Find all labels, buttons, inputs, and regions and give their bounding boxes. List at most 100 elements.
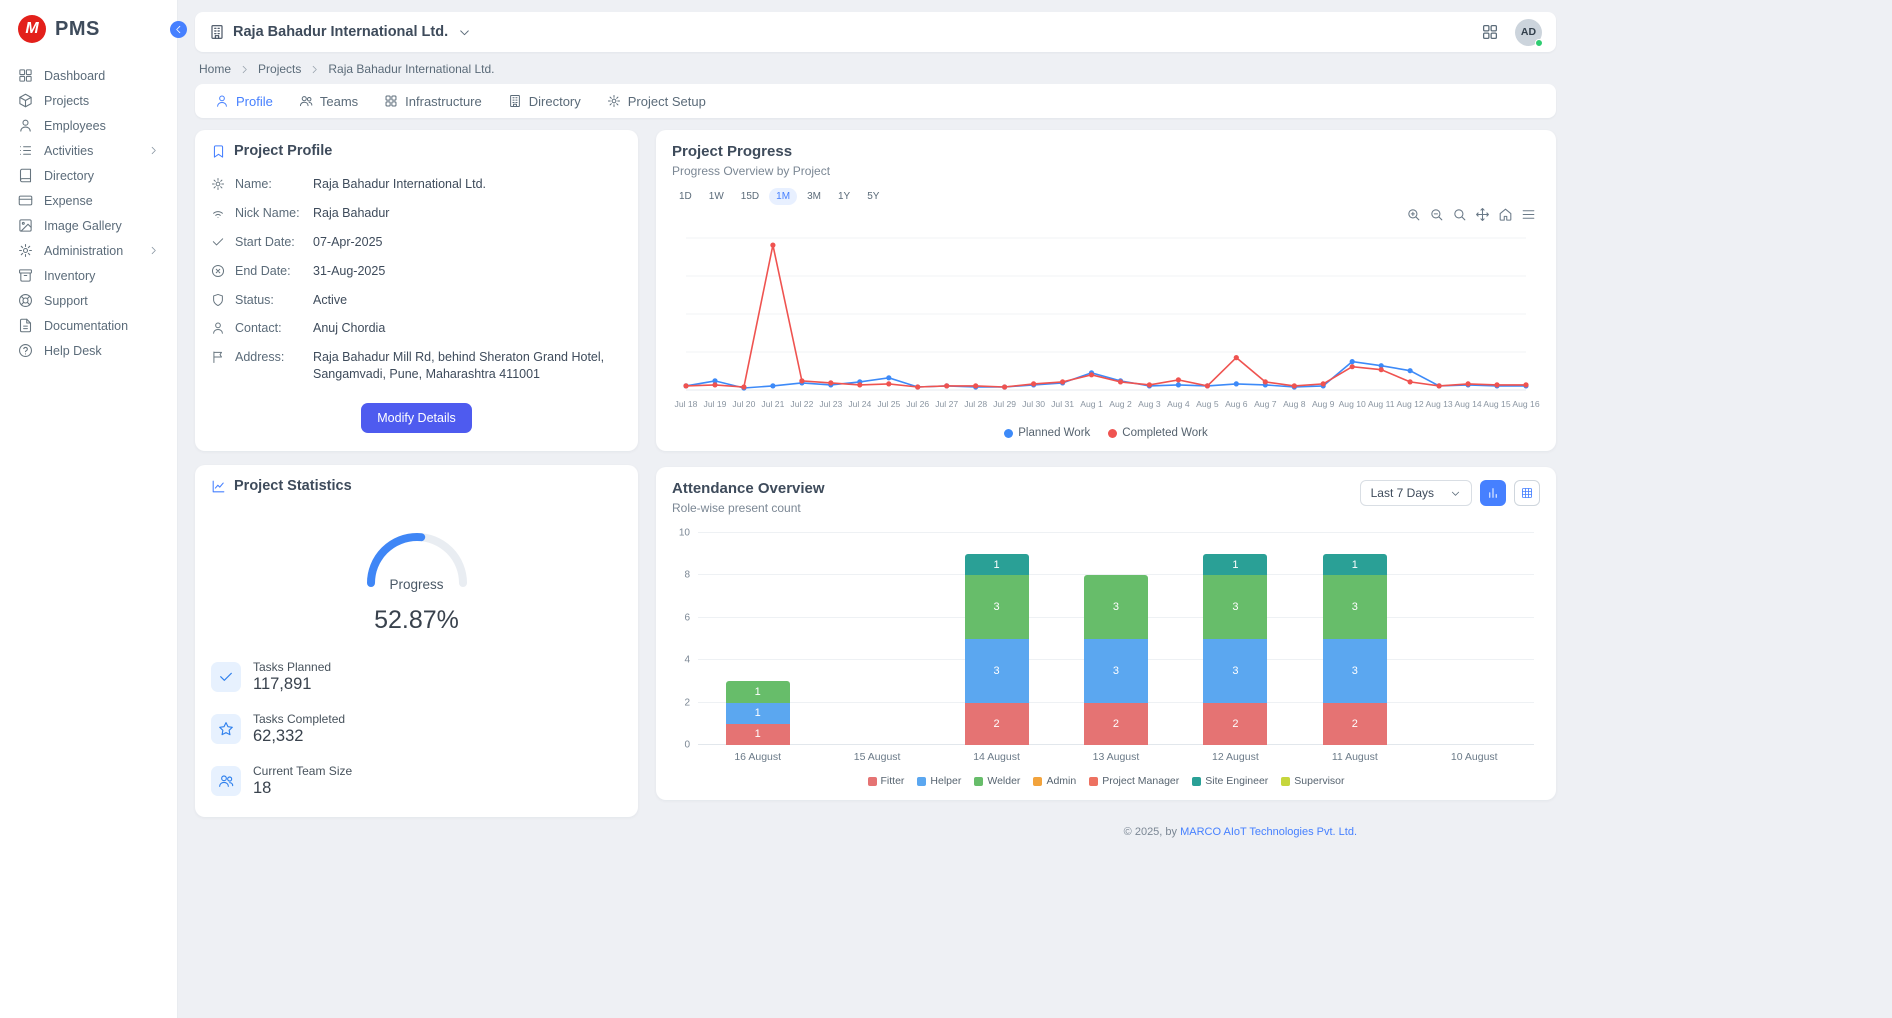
svg-text:Aug 12: Aug 12 bbox=[1396, 399, 1423, 409]
bar-segment-fitter[interactable]: 1 bbox=[726, 724, 790, 745]
svg-text:Jul 23: Jul 23 bbox=[819, 399, 842, 409]
bar-segment-site-engineer[interactable]: 1 bbox=[965, 554, 1029, 575]
bar-segment-welder[interactable]: 3 bbox=[1203, 575, 1267, 639]
stat-label: Tasks Completed bbox=[253, 712, 345, 726]
project-profile-card: Project Profile Name: Raja Bahadur Inter… bbox=[195, 130, 638, 451]
legend-item-helper[interactable]: Helper bbox=[917, 775, 961, 787]
svg-text:Aug 9: Aug 9 bbox=[1312, 399, 1335, 409]
legend-item-project-manager[interactable]: Project Manager bbox=[1089, 775, 1179, 787]
bar-segment-helper[interactable]: 3 bbox=[1323, 639, 1387, 703]
zoom-in-icon[interactable] bbox=[1406, 207, 1421, 222]
bar-segment-welder[interactable]: 3 bbox=[965, 575, 1029, 639]
sidebar-item-employees[interactable]: Employees bbox=[0, 113, 177, 138]
legend-item-supervisor[interactable]: Supervisor bbox=[1281, 775, 1344, 787]
range-15d[interactable]: 15D bbox=[734, 188, 766, 205]
bar-segment-fitter[interactable]: 2 bbox=[1323, 703, 1387, 745]
stat-label: Current Team Size bbox=[253, 764, 352, 778]
sidebar-item-documentation[interactable]: Documentation bbox=[0, 313, 177, 338]
field-value: Active bbox=[313, 292, 622, 309]
sidebar-item-inventory[interactable]: Inventory bbox=[0, 263, 177, 288]
bar-segment-fitter[interactable]: 2 bbox=[1203, 703, 1267, 745]
legend-dot bbox=[1004, 429, 1013, 438]
footer-company-link[interactable]: MARCO AIoT Technologies Pvt. Ltd. bbox=[1180, 826, 1357, 838]
chart-view-button[interactable] bbox=[1480, 480, 1506, 506]
tab-project-setup[interactable]: Project Setup bbox=[595, 84, 718, 118]
sidebar-item-dashboard[interactable]: Dashboard bbox=[0, 63, 177, 88]
sidebar-item-activities[interactable]: Activities bbox=[0, 138, 177, 163]
apps-grid-icon[interactable] bbox=[1481, 23, 1499, 41]
range-1y[interactable]: 1Y bbox=[831, 188, 857, 205]
user-avatar[interactable]: AD bbox=[1515, 19, 1542, 46]
legend-item-admin[interactable]: Admin bbox=[1033, 775, 1076, 787]
chevron-right-icon bbox=[148, 245, 159, 256]
tab-teams[interactable]: Teams bbox=[287, 84, 370, 118]
signal-icon bbox=[211, 206, 225, 220]
zoom-out-icon[interactable] bbox=[1429, 207, 1444, 222]
bar-segment-welder[interactable]: 3 bbox=[1084, 575, 1148, 639]
profile-field-row: Nick Name: Raja Bahadur bbox=[211, 199, 622, 228]
range-1m[interactable]: 1M bbox=[769, 188, 797, 205]
box-zoom-icon[interactable] bbox=[1452, 207, 1467, 222]
tab-profile[interactable]: Profile bbox=[203, 84, 285, 118]
sidebar-item-directory[interactable]: Directory bbox=[0, 163, 177, 188]
field-label: Contact: bbox=[235, 320, 303, 337]
bar-segment-fitter[interactable]: 2 bbox=[1084, 703, 1148, 745]
field-label: Nick Name: bbox=[235, 205, 303, 222]
card-header: Project Statistics bbox=[195, 465, 638, 503]
x-axis-label: 11 August bbox=[1295, 751, 1414, 763]
sidebar-item-administration[interactable]: Administration bbox=[0, 238, 177, 263]
svg-text:Jul 24: Jul 24 bbox=[848, 399, 871, 409]
app-logo[interactable]: M PMS bbox=[0, 0, 177, 53]
range-5y[interactable]: 5Y bbox=[860, 188, 886, 205]
stat-value: 62,332 bbox=[253, 727, 345, 746]
breadcrumb-item-home[interactable]: Home bbox=[199, 62, 231, 76]
range-1w[interactable]: 1W bbox=[702, 188, 731, 205]
home-icon[interactable] bbox=[1498, 207, 1513, 222]
attendance-overview-card: Attendance Overview Role-wise present co… bbox=[656, 467, 1556, 800]
bar-column-13-august: 233 bbox=[1056, 533, 1175, 745]
breadcrumb-item-projects[interactable]: Projects bbox=[258, 62, 301, 76]
svg-text:Aug 16: Aug 16 bbox=[1512, 399, 1539, 409]
sidebar-collapse-button[interactable] bbox=[170, 21, 187, 38]
image-gallery-icon bbox=[18, 218, 33, 233]
bar-segment-helper[interactable]: 3 bbox=[1203, 639, 1267, 703]
range-1d[interactable]: 1D bbox=[672, 188, 699, 205]
sidebar-item-expense[interactable]: Expense bbox=[0, 188, 177, 213]
bar-segment-helper[interactable]: 3 bbox=[965, 639, 1029, 703]
bar-segment-helper[interactable]: 1 bbox=[726, 703, 790, 724]
bar-segment-helper[interactable]: 3 bbox=[1084, 639, 1148, 703]
legend-item-planned-work[interactable]: Planned Work bbox=[1004, 427, 1090, 439]
pan-icon[interactable] bbox=[1475, 207, 1490, 222]
bar-column-12-august: 2331 bbox=[1176, 533, 1295, 745]
menu-icon[interactable] bbox=[1521, 207, 1536, 222]
range-3m[interactable]: 3M bbox=[800, 188, 828, 205]
project-progress-card: Project Progress Progress Overview by Pr… bbox=[656, 130, 1556, 451]
svg-text:Jul 18: Jul 18 bbox=[675, 399, 698, 409]
svg-text:Aug 13: Aug 13 bbox=[1425, 399, 1452, 409]
sidebar-item-projects[interactable]: Projects bbox=[0, 88, 177, 113]
bar-segment-welder[interactable]: 1 bbox=[726, 681, 790, 702]
bar-segment-site-engineer[interactable]: 1 bbox=[1203, 554, 1267, 575]
legend-item-site-engineer[interactable]: Site Engineer bbox=[1192, 775, 1268, 787]
card-header: Project Progress Progress Overview by Pr… bbox=[656, 130, 1556, 205]
bar-segment-site-engineer[interactable]: 1 bbox=[1323, 554, 1387, 575]
svg-text:Jul 29: Jul 29 bbox=[993, 399, 1016, 409]
bar-segment-welder[interactable]: 3 bbox=[1323, 575, 1387, 639]
sidebar-item-support[interactable]: Support bbox=[0, 288, 177, 313]
tab-infrastructure[interactable]: Infrastructure bbox=[372, 84, 494, 118]
table-view-button[interactable] bbox=[1514, 480, 1540, 506]
sidebar-item-label: Inventory bbox=[44, 269, 95, 283]
legend-item-welder[interactable]: Welder bbox=[974, 775, 1020, 787]
sidebar-item-image-gallery[interactable]: Image Gallery bbox=[0, 213, 177, 238]
avatar-initials: AD bbox=[1521, 26, 1536, 38]
legend-item-fitter[interactable]: Fitter bbox=[868, 775, 905, 787]
bar-segment-fitter[interactable]: 2 bbox=[965, 703, 1029, 745]
sidebar-item-help-desk[interactable]: Help Desk bbox=[0, 338, 177, 363]
company-name: Raja Bahadur International Ltd. bbox=[233, 24, 448, 40]
legend-item-completed-work[interactable]: Completed Work bbox=[1108, 427, 1207, 439]
tab-directory[interactable]: Directory bbox=[496, 84, 593, 118]
bar-stack: 2331 bbox=[965, 533, 1029, 745]
date-range-select[interactable]: Last 7 Days bbox=[1360, 480, 1472, 506]
company-selector[interactable]: Raja Bahadur International Ltd. bbox=[209, 24, 471, 40]
modify-details-button[interactable]: Modify Details bbox=[361, 403, 472, 433]
